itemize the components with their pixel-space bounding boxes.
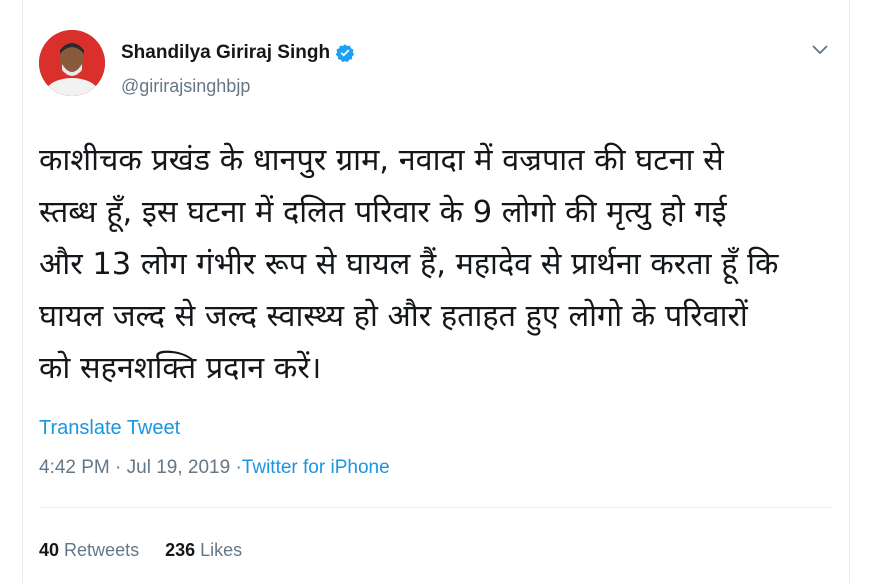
tweet-text: काशीचक प्रखंड के धानपुर ग्राम, नवादा में…: [39, 143, 779, 386]
author-name-row[interactable]: Shandilya Giriraj Singh: [121, 42, 355, 64]
tweet-date[interactable]: Jul 19, 2019: [127, 457, 231, 478]
likes-count: 236: [165, 540, 196, 560]
retweets-stat[interactable]: 40 Retweets: [39, 540, 139, 561]
tweet-meta: 4:42 PM · Jul 19, 2019 ·Twitter for iPho…: [39, 457, 390, 479]
tweet-stats: 40 Retweets 236 Likes: [39, 540, 242, 561]
retweets-label: Retweets: [64, 540, 140, 560]
likes-stat[interactable]: 236 Likes: [165, 540, 242, 561]
divider: [39, 507, 833, 508]
tweet-card: Shandilya Giriraj Singh @girirajsinghbjp…: [22, 0, 850, 583]
translate-tweet-link[interactable]: Translate Tweet: [39, 417, 180, 440]
verified-badge-icon: [335, 43, 355, 63]
chevron-down-icon[interactable]: [809, 42, 831, 58]
likes-label: Likes: [200, 540, 243, 560]
author-display-name[interactable]: Shandilya Giriraj Singh: [121, 42, 330, 64]
avatar[interactable]: [39, 30, 105, 96]
author-handle[interactable]: @girirajsinghbjp: [121, 76, 250, 97]
tweet-source-link[interactable]: Twitter for iPhone: [242, 457, 390, 478]
tweet-time[interactable]: 4:42 PM: [39, 457, 110, 478]
meta-separator: ·: [115, 457, 122, 478]
retweets-count: 40: [39, 540, 60, 560]
